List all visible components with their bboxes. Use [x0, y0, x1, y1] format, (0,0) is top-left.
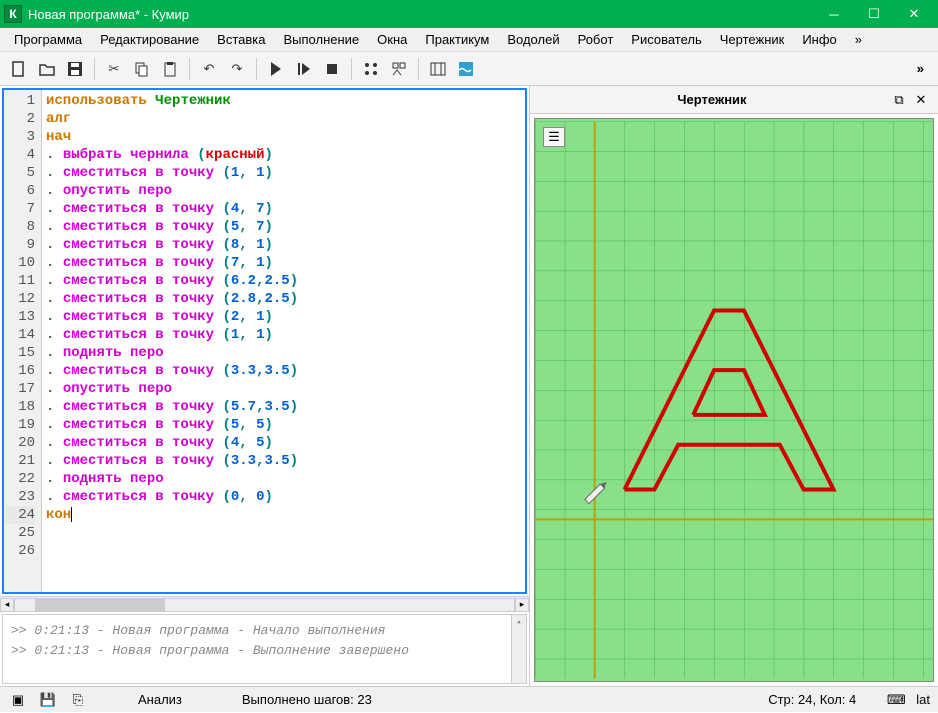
menu-more[interactable]: » [847, 30, 870, 49]
paste-icon[interactable] [157, 56, 183, 82]
status-cursor-pos: Стр: 24, Кол: 4 [768, 692, 856, 707]
water-icon[interactable] [453, 56, 479, 82]
toolbar-separator [94, 58, 95, 80]
canvas-svg [535, 119, 933, 681]
titlebar: К Новая программа* - Кумир ─ ☐ ✕ [0, 0, 938, 28]
toolbar-separator [418, 58, 419, 80]
menu-robot[interactable]: Робот [570, 30, 622, 49]
hscroll-track[interactable] [14, 598, 515, 612]
statusbar: ▣ 💾 ⎘ Анализ Выполнено шагов: 23 Стр: 24… [0, 686, 938, 712]
code-editor[interactable]: 1234567891011121314151617181920212223242… [2, 88, 527, 594]
menu-plotter[interactable]: Чертежник [712, 30, 793, 49]
menu-vodoley[interactable]: Водолей [499, 30, 567, 49]
open-file-icon[interactable] [34, 56, 60, 82]
structure-icon[interactable] [386, 56, 412, 82]
menu-insert[interactable]: Вставка [209, 30, 273, 49]
line-gutter: 1234567891011121314151617181920212223242… [4, 90, 42, 592]
menu-windows[interactable]: Окна [369, 30, 415, 49]
run-icon[interactable] [263, 56, 289, 82]
cut-icon[interactable]: ✂ [101, 56, 127, 82]
hscroll-thumb[interactable] [35, 599, 165, 611]
toolbar-separator [351, 58, 352, 80]
status-save-icon[interactable]: 💾 [38, 690, 58, 710]
modules-icon[interactable] [358, 56, 384, 82]
status-keyboard-icon[interactable]: ⌨ [886, 690, 906, 710]
status-console-icon[interactable]: ▣ [8, 690, 28, 710]
left-pane: 1234567891011121314151617181920212223242… [0, 86, 530, 686]
drawing-canvas[interactable]: ☰ [534, 118, 934, 682]
menu-edit[interactable]: Редактирование [92, 30, 207, 49]
app-icon: К [4, 5, 22, 23]
panel-detach-icon[interactable]: ⧉ [888, 89, 910, 111]
close-button[interactable]: ✕ [894, 0, 934, 28]
scroll-right-icon[interactable]: ▸ [515, 598, 529, 612]
status-analysis: Анализ [138, 692, 182, 707]
menu-program[interactable]: Программа [6, 30, 90, 49]
console-line: >> 0:21:13 - Новая программа - Выполнени… [11, 641, 518, 661]
right-pane: Чертежник ⧉ ✕ [530, 86, 938, 686]
menu-run[interactable]: Выполнение [275, 30, 367, 49]
toolbar: ✂ ↶ ↷ » [0, 52, 938, 86]
console-vscroll[interactable]: ▴ [511, 615, 526, 683]
toolbar-separator [189, 58, 190, 80]
panel-close-icon[interactable]: ✕ [910, 89, 932, 111]
editor-hscroll[interactable]: ◂ ▸ [0, 596, 529, 612]
panel-header: Чертежник ⧉ ✕ [530, 86, 938, 114]
window-title: Новая программа* - Кумир [28, 7, 814, 22]
status-copy-icon[interactable]: ⎘ [68, 690, 88, 710]
maximize-button[interactable]: ☐ [854, 0, 894, 28]
menu-info[interactable]: Инфо [794, 30, 844, 49]
canvas-wrap: ☰ [530, 114, 938, 686]
code-area[interactable]: использовать Чертежникалгнач. выбрать че… [42, 90, 525, 592]
scroll-left-icon[interactable]: ◂ [0, 598, 14, 612]
redo-icon[interactable]: ↷ [224, 56, 250, 82]
menu-draw[interactable]: Рисователь [623, 30, 709, 49]
values-icon[interactable] [425, 56, 451, 82]
new-file-icon[interactable] [6, 56, 32, 82]
status-lang: lat [916, 692, 930, 707]
canvas-menu-icon[interactable]: ☰ [543, 127, 565, 147]
minimize-button[interactable]: ─ [814, 0, 854, 28]
status-steps: Выполнено шагов: 23 [242, 692, 372, 707]
console-line: >> 0:21:13 - Новая программа - Начало вы… [11, 621, 518, 641]
stop-icon[interactable] [319, 56, 345, 82]
step-icon[interactable] [291, 56, 317, 82]
toolbar-overflow[interactable]: » [909, 61, 932, 76]
toolbar-separator [256, 58, 257, 80]
save-file-icon[interactable] [62, 56, 88, 82]
undo-icon[interactable]: ↶ [196, 56, 222, 82]
workspace: 1234567891011121314151617181920212223242… [0, 86, 938, 686]
menu-practicum[interactable]: Практикум [417, 30, 497, 49]
scroll-up-icon[interactable]: ▴ [512, 615, 526, 629]
menubar: Программа Редактирование Вставка Выполне… [0, 28, 938, 52]
console[interactable]: >> 0:21:13 - Новая программа - Начало вы… [2, 614, 527, 684]
copy-icon[interactable] [129, 56, 155, 82]
panel-title: Чертежник [536, 92, 888, 107]
